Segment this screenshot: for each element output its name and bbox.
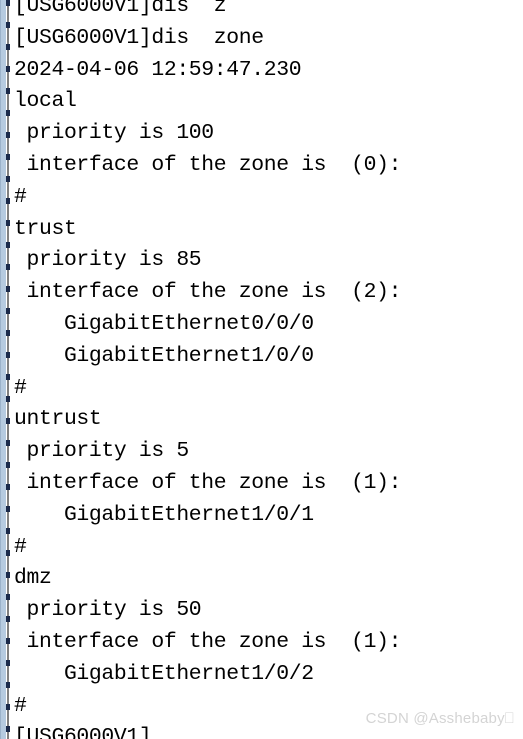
console-line: trust — [14, 216, 77, 241]
left-gutter — [0, 0, 11, 739]
console-line: local — [14, 89, 77, 114]
console-line: 2024-04-06 12:59:47.230 — [14, 57, 302, 82]
console-line: # — [14, 375, 27, 400]
console-line: interface of the zone is (1): — [14, 629, 402, 654]
console-line: interface of the zone is (1): — [14, 470, 402, 495]
console-line: priority is 50 — [14, 598, 202, 623]
console-line: priority is 100 — [14, 121, 214, 146]
console-line: [USG6000V1]dis zone — [14, 25, 264, 50]
console-line: untrust — [14, 407, 102, 432]
console-line: # — [14, 534, 27, 559]
console-line: # — [14, 184, 27, 209]
console-line: interface of the zone is (0): — [14, 152, 402, 177]
console-line: GigabitEthernet1/0/0 — [14, 343, 314, 368]
console-line: priority is 85 — [14, 248, 202, 273]
console-output-text[interactable]: [USG6000V1]dis z [USG6000V1]dis zone 2024-… — [14, 0, 523, 739]
console-line: GigabitEthernet1/0/1 — [14, 502, 314, 527]
console-line: interface of the zone is (2): — [14, 280, 402, 305]
console-line: priority is 5 — [14, 439, 189, 464]
console-line: [USG6000V1]dis z — [14, 0, 227, 18]
console-line: GigabitEthernet0/0/0 — [14, 311, 314, 336]
terminal-window[interactable]: [USG6000V1]dis z [USG6000V1]dis zone 2024-… — [0, 0, 523, 739]
gutter-dash-marks — [6, 0, 10, 739]
console-line: dmz — [14, 566, 52, 591]
console-line: GigabitEthernet1/0/2 — [14, 661, 314, 686]
csdn-watermark: CSDN @Asshebaby⎕ — [365, 710, 514, 727]
